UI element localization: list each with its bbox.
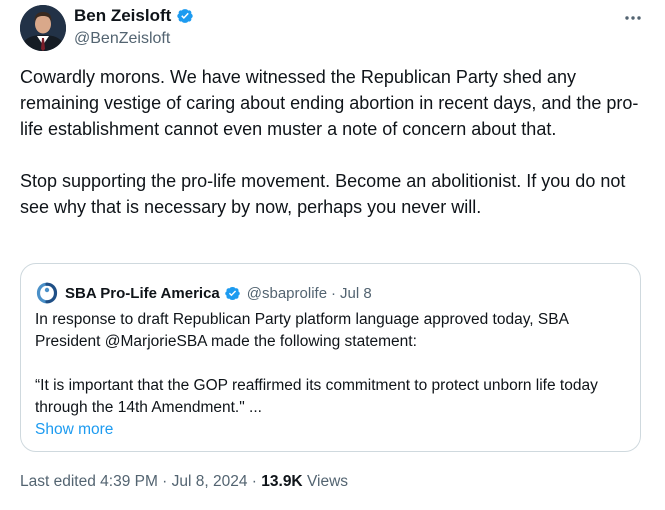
author-avatar[interactable] <box>20 5 66 51</box>
author-name-row[interactable]: Ben Zeisloft <box>74 6 194 26</box>
author-handle[interactable]: @BenZeisloft <box>74 30 170 48</box>
quoted-tweet-text: In response to draft Republican Party pl… <box>35 309 630 441</box>
views-label: Views <box>306 473 349 490</box>
verified-badge-icon <box>225 286 240 300</box>
more-options-icon[interactable] <box>623 10 643 26</box>
tweet-paragraph: Cowardly morons. We have witnessed the R… <box>20 67 639 139</box>
show-more-link[interactable]: Show more <box>35 419 630 441</box>
edited-timestamp[interactable]: Last edited 4:39 PM · Jul 8, 2024 · <box>20 473 257 490</box>
views-count: 13.9K <box>261 473 303 490</box>
quoted-author-name: SBA Pro-Life America <box>65 284 220 302</box>
sba-logo-icon <box>35 281 59 305</box>
quoted-tweet-card[interactable]: SBA Pro-Life America @sbaprolife · Jul 8… <box>20 263 641 452</box>
quoted-paragraph: “It is important that the GOP reaffirmed… <box>35 377 598 416</box>
quoted-tweet-header: SBA Pro-Life America @sbaprolife · Jul 8 <box>35 281 372 305</box>
person-portrait-icon <box>20 5 66 51</box>
verified-badge-icon <box>177 9 193 23</box>
tweet-text: Cowardly morons. We have witnessed the R… <box>20 64 645 220</box>
meta-separator: · <box>331 284 337 302</box>
quoted-tweet-date: Jul 8 <box>340 284 372 302</box>
tweet-paragraph: Stop supporting the pro-life movement. B… <box>20 171 626 217</box>
quoted-paragraph: In response to draft Republican Party pl… <box>35 311 569 350</box>
tweet-footer: Last edited 4:39 PM · Jul 8, 2024 · 13.9… <box>20 473 348 491</box>
author-name[interactable]: Ben Zeisloft <box>74 6 171 26</box>
quoted-author-handle: @sbaprolife <box>246 284 328 302</box>
